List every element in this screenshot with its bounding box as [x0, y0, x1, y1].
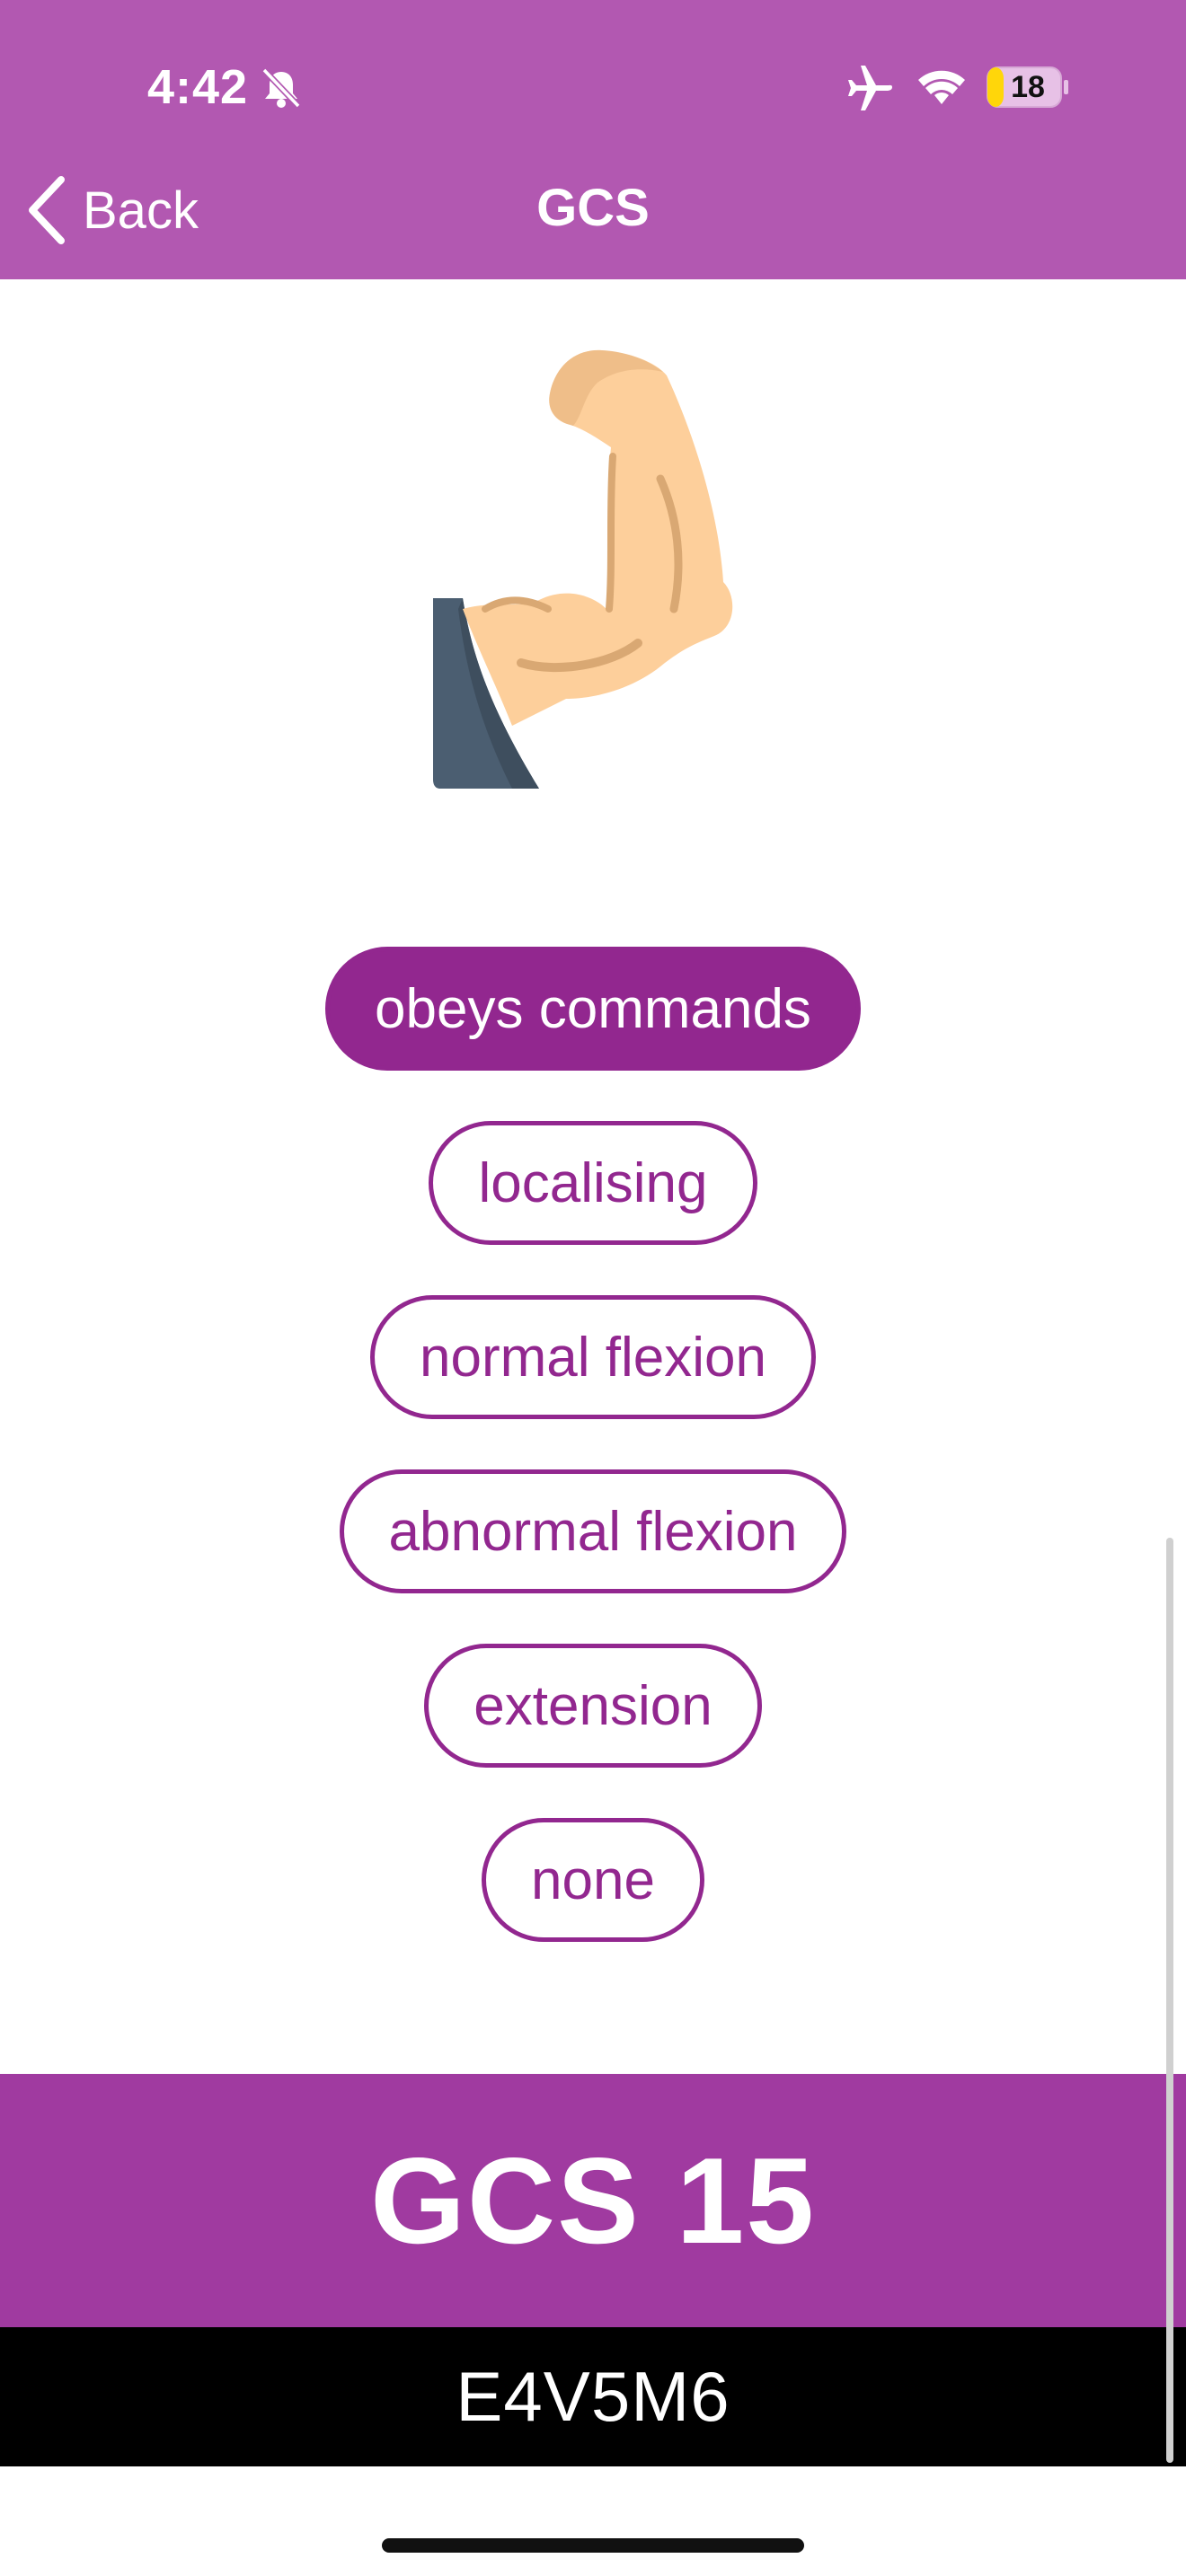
option-extension[interactable]: extension [424, 1644, 762, 1768]
option-obeys-commands[interactable]: obeys commands [325, 947, 861, 1071]
wifi-icon [918, 70, 965, 104]
option-localising[interactable]: localising [429, 1121, 757, 1245]
gcs-breakdown: E4V5M6 [456, 2357, 730, 2436]
scrollbar[interactable] [1166, 1538, 1173, 2463]
option-none[interactable]: none [482, 1818, 704, 1942]
gcs-score: GCS 15 [370, 2132, 816, 2269]
battery-level: 18 [1011, 69, 1045, 104]
option-abnormal-flexion[interactable]: abnormal flexion [339, 1469, 847, 1593]
bell-slash-icon [261, 67, 301, 109]
flexed-arm-icon [433, 349, 733, 789]
status-time: 4:42 [147, 60, 249, 114]
score-bar: GCS 15 [0, 2074, 1186, 2327]
home-indicator[interactable] [382, 2538, 804, 2553]
airplane-icon [848, 66, 892, 110]
breakdown-bar: E4V5M6 [0, 2327, 1186, 2466]
page-title: GCS [536, 179, 650, 237]
motor-response-options: obeys commands localising normal flexion… [0, 947, 1186, 1992]
option-normal-flexion[interactable]: normal flexion [370, 1295, 816, 1419]
